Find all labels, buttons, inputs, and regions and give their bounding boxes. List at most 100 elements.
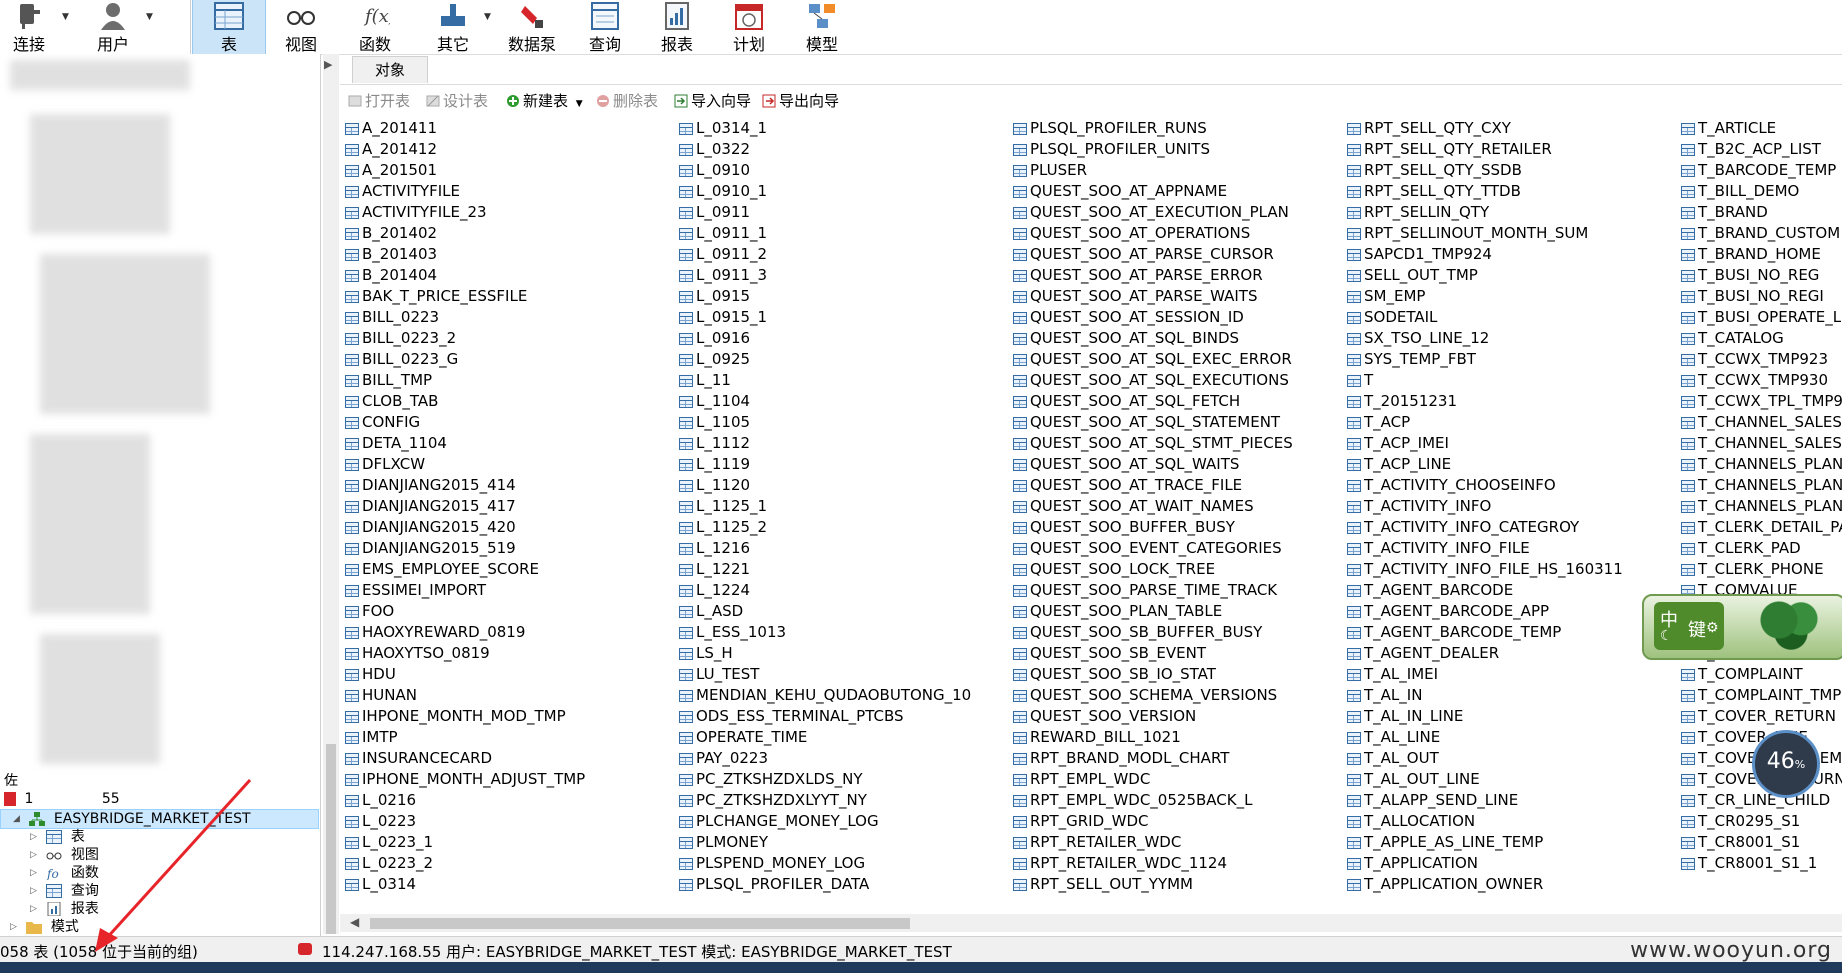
- table-list-item[interactable]: T_CHANNELS_PLAN: [1681, 496, 1842, 517]
- table-list-item[interactable]: PC_ZTKSHZDXLYYT_NY: [679, 790, 1009, 811]
- table-list-item[interactable]: T_CR_LINE_CHILD: [1681, 790, 1842, 811]
- table-list-item[interactable]: T_CCWX_TPL_TMP9: [1681, 391, 1842, 412]
- table-list-item[interactable]: L_1105: [679, 412, 1009, 433]
- open-table-button[interactable]: 打开表: [348, 90, 410, 112]
- tree-scrollbar-thumb[interactable]: [326, 744, 336, 934]
- table-list-item[interactable]: L_0911_2: [679, 244, 1009, 265]
- table-list-item[interactable]: QUEST_SOO_AT_PARSE_WAITS: [1013, 286, 1343, 307]
- table-list-item[interactable]: QUEST_SOO_PARSE_TIME_TRACK: [1013, 580, 1343, 601]
- table-list-item[interactable]: QUEST_SOO_AT_EXECUTION_PLAN: [1013, 202, 1343, 223]
- user-dropdown-arrow[interactable]: ▼: [146, 12, 153, 22]
- table-list-item[interactable]: T_ACP_LINE: [1347, 454, 1677, 475]
- table-list-item[interactable]: DIANJIANG2015_420: [345, 517, 675, 538]
- table-list-item[interactable]: QUEST_SOO_AT_WAIT_NAMES: [1013, 496, 1343, 517]
- table-list-item[interactable]: RPT_SELL_QTY_CXY: [1347, 118, 1677, 139]
- table-list-item[interactable]: T_AL_LINE: [1347, 727, 1677, 748]
- table-list-item[interactable]: T_AL_IN: [1347, 685, 1677, 706]
- table-list-item[interactable]: L_1119: [679, 454, 1009, 475]
- table-list-item[interactable]: LU_TEST: [679, 664, 1009, 685]
- table-list-item[interactable]: BILL_0223_G: [345, 349, 675, 370]
- table-list-item[interactable]: OPERATE_TIME: [679, 727, 1009, 748]
- table-list-item[interactable]: RPT_GRID_WDC: [1013, 811, 1343, 832]
- table-list-item[interactable]: RPT_SELL_OUT_YYMM: [1013, 874, 1343, 895]
- table-list-item[interactable]: T_CCWX_TMP930: [1681, 370, 1842, 391]
- hscrollbar-thumb[interactable]: [370, 918, 910, 929]
- table-list-item[interactable]: T_BUSI_NO_REGI: [1681, 286, 1842, 307]
- table-list-item[interactable]: FOO: [345, 601, 675, 622]
- table-list-item[interactable]: QUEST_SOO_AT_SQL_EXECUTIONS: [1013, 370, 1343, 391]
- table-list-item[interactable]: QUEST_SOO_SB_EVENT: [1013, 643, 1343, 664]
- table-list-item[interactable]: DIANJIANG2015_414: [345, 475, 675, 496]
- tree-schema-node[interactable]: ◢ EASYBRIDGE_MARKET_TEST: [0, 809, 319, 829]
- table-list-item[interactable]: QUEST_SOO_LOCK_TREE: [1013, 559, 1343, 580]
- table-list-item[interactable]: QUEST_SOO_EVENT_CATEGORIES: [1013, 538, 1343, 559]
- panel-collapse-arrow[interactable]: ▶: [324, 58, 332, 71]
- table-list-item[interactable]: QUEST_SOO_SCHEMA_VERSIONS: [1013, 685, 1343, 706]
- table-list-item[interactable]: T_BARCODE_TEMP: [1681, 160, 1842, 181]
- new-table-dropdown-arrow[interactable]: ▼: [576, 99, 583, 109]
- table-list-item[interactable]: L_1125_2: [679, 517, 1009, 538]
- table-list-item[interactable]: RPT_EMPL_WDC_0525BACK_L: [1013, 790, 1343, 811]
- table-list-item[interactable]: T_COMPLAINT_TMP: [1681, 685, 1842, 706]
- table-list-item[interactable]: PLUSER: [1013, 160, 1343, 181]
- tree-item-tables[interactable]: ▷ 表: [30, 828, 85, 846]
- function-button[interactable]: f(x) 函数: [340, 0, 410, 54]
- schedule-button[interactable]: 计划: [714, 0, 784, 54]
- table-list-item[interactable]: T_CR8001_S1_1: [1681, 853, 1842, 874]
- table-list-item[interactable]: L_0915_1: [679, 307, 1009, 328]
- table-list-item[interactable]: HAOXYREWARD_0819: [345, 622, 675, 643]
- table-list-item[interactable]: T_ARTICLE: [1681, 118, 1842, 139]
- table-list-item[interactable]: L_1224: [679, 580, 1009, 601]
- table-list-item[interactable]: IHPONE_MONTH_MOD_TMP: [345, 706, 675, 727]
- expand-triangle-icon[interactable]: ▷: [30, 846, 42, 864]
- table-list-item[interactable]: QUEST_SOO_SB_BUFFER_BUSY: [1013, 622, 1343, 643]
- table-list-item[interactable]: T_CHANNELS_PLAN: [1681, 454, 1842, 475]
- table-list-item[interactable]: QUEST_SOO_AT_PARSE_CURSOR: [1013, 244, 1343, 265]
- table-list-item[interactable]: L_11: [679, 370, 1009, 391]
- table-list-item[interactable]: L_0314_1: [679, 118, 1009, 139]
- table-list-item[interactable]: L_0911: [679, 202, 1009, 223]
- table-list-item[interactable]: T_COMPLAINT: [1681, 664, 1842, 685]
- table-list-item[interactable]: BILL_0223: [345, 307, 675, 328]
- view-button[interactable]: 视图: [266, 0, 336, 54]
- tree-item-queries[interactable]: ▷ 查询: [30, 882, 99, 900]
- table-list-item[interactable]: SYS_TEMP_FBT: [1347, 349, 1677, 370]
- tree-connection-row[interactable]: 佐: [4, 772, 18, 790]
- tree-item-reports[interactable]: ▷ 报表: [30, 900, 99, 918]
- table-list-item[interactable]: T_ACTIVITY_INFO_CATEGROY: [1347, 517, 1677, 538]
- table-list-item[interactable]: T_ALLOCATION: [1347, 811, 1677, 832]
- table-list-item[interactable]: T_BRAND_HOME: [1681, 244, 1842, 265]
- table-list-item[interactable]: L_1104: [679, 391, 1009, 412]
- table-list-item[interactable]: L_1112: [679, 433, 1009, 454]
- table-list-item[interactable]: T_AL_IN_LINE: [1347, 706, 1677, 727]
- table-list-item[interactable]: EMS_EMPLOYEE_SCORE: [345, 559, 675, 580]
- connect-button[interactable]: 连接: [0, 0, 58, 54]
- expand-triangle-icon[interactable]: ▷: [30, 864, 42, 882]
- table-list-item[interactable]: SODETAIL: [1347, 307, 1677, 328]
- table-list-item[interactable]: L_1216: [679, 538, 1009, 559]
- tree-item-schemas[interactable]: ▷ 模式: [10, 918, 79, 936]
- connect-dropdown-arrow[interactable]: ▼: [62, 12, 69, 22]
- table-list-item[interactable]: T_AL_OUT: [1347, 748, 1677, 769]
- tree-scrollbar[interactable]: [323, 54, 339, 934]
- tree-connection-row[interactable]: 1 55: [4, 790, 120, 808]
- table-list-item[interactable]: QUEST_SOO_AT_TRACE_FILE: [1013, 475, 1343, 496]
- table-list-item[interactable]: T_B2C_ACP_LIST: [1681, 139, 1842, 160]
- table-list-item[interactable]: T_ALAPP_SEND_LINE: [1347, 790, 1677, 811]
- table-list-item[interactable]: SX_TSO_LINE_12: [1347, 328, 1677, 349]
- table-list-item[interactable]: ACTIVITYFILE_23: [345, 202, 675, 223]
- table-list-item[interactable]: BAK_T_PRICE_ESSFILE: [345, 286, 675, 307]
- table-list-item[interactable]: T_AGENT_BARCODE: [1347, 580, 1677, 601]
- table-list-item[interactable]: QUEST_SOO_SB_IO_STAT: [1013, 664, 1343, 685]
- table-list-item[interactable]: L_0911_3: [679, 265, 1009, 286]
- table-list-item[interactable]: QUEST_SOO_AT_SQL_STATEMENT: [1013, 412, 1343, 433]
- table-list-item[interactable]: QUEST_SOO_PLAN_TABLE: [1013, 601, 1343, 622]
- table-list-item[interactable]: IMTP: [345, 727, 675, 748]
- table-list-item[interactable]: SELL_OUT_TMP: [1347, 265, 1677, 286]
- table-list-item[interactable]: RPT_RETAILER_WDC: [1013, 832, 1343, 853]
- table-list-item[interactable]: QUEST_SOO_AT_OPERATIONS: [1013, 223, 1343, 244]
- table-list-item[interactable]: T_CHANNEL_SALES: [1681, 433, 1842, 454]
- table-list-item[interactable]: PLSQL_PROFILER_RUNS: [1013, 118, 1343, 139]
- table-list-item[interactable]: L_0314: [345, 874, 675, 895]
- table-list-item[interactable]: PLSPEND_MONEY_LOG: [679, 853, 1009, 874]
